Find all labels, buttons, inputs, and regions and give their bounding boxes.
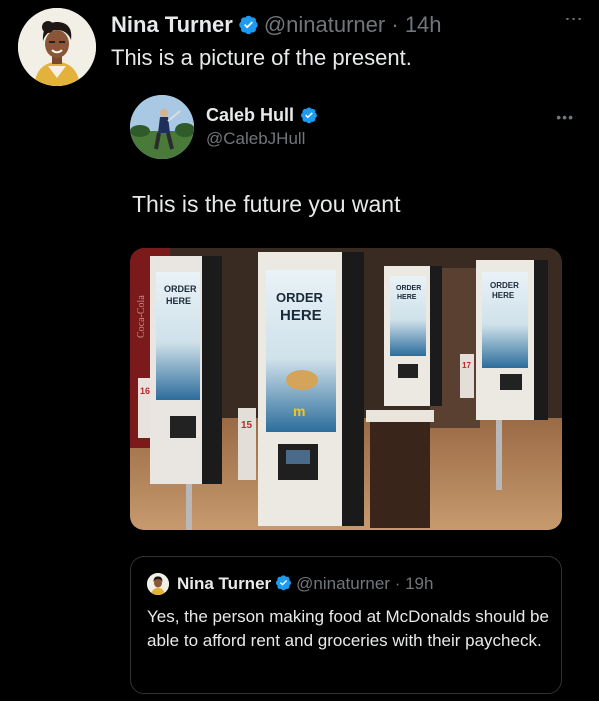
nested-author-avatar[interactable] (147, 573, 169, 595)
main-tweet[interactable]: Nina Turner @ninaturner · 14h ⋮ This is a… (18, 8, 588, 88)
tweet-text: This is a picture of the present. (111, 45, 412, 70)
author-name[interactable]: Nina Turner (111, 12, 233, 37)
kiosk-photo: Coca-Cola 16 ORDER HERE ORDER HERE m 15 … (130, 248, 562, 530)
quoted-author-handle[interactable]: @CalebJHull (206, 129, 305, 149)
kiosk4-sign-line2: HERE (492, 291, 515, 300)
author-handle[interactable]: @ninaturner (264, 12, 385, 37)
verified-badge-icon (276, 575, 292, 591)
nested-avatar-image (147, 573, 169, 595)
author-avatar-image (18, 8, 96, 86)
more-horizontal-icon[interactable]: ••• (556, 109, 574, 125)
quoted-author-name-row: Caleb Hull (206, 105, 323, 126)
coca-cola-sign: Coca-Cola (136, 295, 147, 338)
quoted-author-avatar[interactable] (130, 95, 194, 159)
kiosk1-sign-line1: ORDER (164, 284, 197, 294)
kiosk2-sign-line1: ORDER (276, 290, 324, 305)
nested-tweet-text: Yes, the person making food at McDonalds… (147, 607, 549, 650)
kiosk4-sign-line1: ORDER (490, 281, 519, 290)
kiosk-number-15: 15 (241, 420, 253, 431)
nested-tweet-meta: Nina Turner @ninaturner · 19h (177, 573, 433, 595)
tweet-timestamp[interactable]: 14h (405, 12, 442, 37)
nested-author-name[interactable]: Nina Turner (177, 574, 271, 593)
nested-author-handle[interactable]: @ninaturner (296, 574, 390, 593)
nested-timestamp[interactable]: 19h (405, 574, 433, 593)
quoted-author-name[interactable]: Caleb Hull (206, 105, 294, 125)
quoted-tweet-photo[interactable]: Coca-Cola 16 ORDER HERE ORDER HERE m 15 … (130, 248, 562, 530)
author-avatar[interactable] (18, 8, 96, 86)
nested-quoted-tweet[interactable]: Nina Turner @ninaturner · 19h Yes, the pe… (130, 556, 562, 694)
quoted-avatar-image (130, 95, 194, 159)
kiosk2-sign-line2: HERE (280, 307, 322, 324)
mcdonalds-logo-icon: m (293, 403, 305, 419)
separator: · (394, 574, 401, 593)
kiosk3-sign-line1: ORDER (396, 285, 421, 292)
more-vertical-icon[interactable]: ⋮ (564, 10, 584, 28)
kiosk1-sign-line2: HERE (166, 296, 191, 306)
kiosk-number-17: 17 (462, 361, 471, 370)
verified-badge-icon (301, 107, 317, 124)
separator: · (391, 12, 399, 37)
tweet-meta: Nina Turner @ninaturner · 14h (111, 12, 442, 38)
kiosk-number-16: 16 (140, 386, 150, 396)
quoted-tweet-text: This is the future you want (132, 191, 401, 217)
verified-badge-icon (239, 15, 258, 35)
kiosk3-sign-line2: HERE (397, 294, 417, 301)
